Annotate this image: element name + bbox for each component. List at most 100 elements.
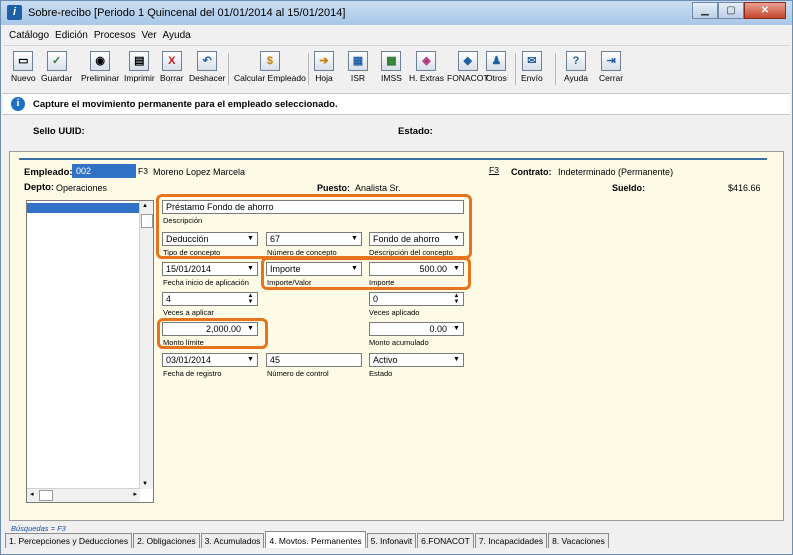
fecha-registro-caption: Fecha de registro [163, 369, 222, 378]
maximize-button[interactable]: ▢ [718, 2, 744, 19]
scroll-left-icon[interactable]: ◂ [30, 490, 34, 498]
ayuda-label: Ayuda [564, 73, 588, 83]
info-icon: i [11, 97, 25, 111]
numero-control-caption: Número de control [267, 369, 329, 378]
fecha-registro-input[interactable]: 03/01/2014 ▼ [162, 353, 258, 367]
imss-button[interactable]: ▩ IMSS [381, 51, 402, 83]
spinner-arrows-icon[interactable]: ▲ ▼ [245, 293, 256, 305]
overtime-icon: ◈ [416, 51, 437, 71]
hoja-button[interactable]: ➔ Hoja [314, 51, 334, 83]
scroll-down-icon[interactable]: ▼ [142, 481, 148, 487]
monto-acumulado-input[interactable]: 0.00 ▼ [369, 322, 464, 336]
toolbar: ▭ Nuevo ✓ Guardar ◉ Preliminar ▤ Imprimir XB… [3, 47, 790, 91]
hscroll-thumb[interactable] [39, 490, 53, 501]
menu-procesos[interactable]: Procesos [94, 30, 136, 41]
minimize-icon: ▁ [701, 5, 709, 16]
nuevo-button[interactable]: ▭ Nuevo [11, 51, 36, 83]
horizontal-scrollbar[interactable]: ◂ ▸ [27, 488, 140, 502]
employee-number-input[interactable]: 002 [72, 164, 136, 178]
isr-button[interactable]: ▦ ISR [348, 51, 368, 83]
tab-acumulados[interactable]: 3. Acumulados [200, 533, 265, 548]
others-icon: ♟ [486, 51, 507, 71]
ayuda-button[interactable]: ? Ayuda [564, 51, 588, 83]
otros-button[interactable]: ♟ Otros [486, 51, 507, 83]
h-extras-label: H. Extras [409, 73, 444, 83]
list-item-selected[interactable] [27, 203, 139, 213]
vertical-scrollbar[interactable]: ▲ ▼ [139, 201, 153, 489]
monto-acumulado-caption: Monto acumulado [369, 338, 429, 347]
busquedas-hint: Búsquedas = F3 [11, 524, 66, 533]
fecha-registro-value: 03/01/2014 [166, 355, 212, 365]
sueldo-value: $416.66 [728, 183, 761, 193]
puesto-value: Analista Sr. [355, 183, 401, 193]
main-window: i Sobre-recibo [Periodo 1 Quincenal del … [0, 0, 793, 555]
veces-aplicado-caption: Veces aplicado [369, 308, 420, 317]
spinner-arrows-icon[interactable]: ▲ ▼ [451, 293, 462, 305]
scroll-right-icon[interactable]: ▸ [133, 490, 137, 498]
toolbar-separator [555, 53, 556, 85]
menu-edicion[interactable]: Edición [55, 30, 88, 41]
contrato-value: Indeterminado (Permanente) [558, 167, 674, 177]
nuevo-label: Nuevo [11, 73, 36, 83]
preview-icon: ◉ [90, 51, 111, 71]
envio-label: Envío [521, 73, 543, 83]
deshacer-button[interactable]: ↶ Deshacer [189, 51, 225, 83]
veces-aplicar-spinner[interactable]: 4 ▲ ▼ [162, 292, 258, 306]
tab-infonavit[interactable]: 5. Infonavit [366, 533, 417, 548]
menu-ayuda[interactable]: Ayuda [163, 30, 191, 41]
menu-ver[interactable]: Ver [142, 30, 157, 41]
calcular-empleado-button[interactable]: $ Calcular Empleado [234, 51, 306, 83]
preliminar-label: Preliminar [81, 73, 120, 83]
hoja-label: Hoja [315, 73, 333, 83]
tab-bar: 1. Percepciones y Deducciones 2. Obligac… [5, 531, 610, 549]
uuid-bar: Sello UUID: Estado: [3, 119, 790, 143]
close-window-button[interactable]: ✕ [744, 2, 786, 19]
highlight-concept-group [156, 194, 472, 259]
guardar-label: Guardar [41, 73, 73, 83]
tab-movtos-permanentes[interactable]: 4. Movtos. Permanentes [265, 531, 366, 548]
info-message: Capture el movimiento permanente para el… [33, 99, 338, 110]
veces-aplicado-spinner[interactable]: 0 ▲ ▼ [369, 292, 464, 306]
fecha-inicio-input[interactable]: 15/01/2014 ▼ [162, 262, 258, 276]
envio-button[interactable]: ✉ Envío [521, 51, 543, 83]
tab-incapacidades[interactable]: 7. Incapacidades [474, 533, 548, 548]
borrar-button[interactable]: X Borrar [160, 51, 184, 83]
tab-fonacot[interactable]: 6.FONACOT [417, 533, 474, 548]
veces-aplicar-caption: Veces a aplicar [163, 308, 214, 317]
panel-divider [19, 158, 767, 160]
undo-icon: ↶ [197, 51, 218, 71]
guardar-button[interactable]: ✓ Guardar [41, 51, 72, 83]
depto-value: Operaciones [56, 183, 108, 193]
close-icon: ✕ [760, 5, 770, 16]
cerrar-button[interactable]: ⇥ Cerrar [599, 51, 623, 83]
tab-vacaciones[interactable]: 8. Vacaciones [548, 533, 609, 548]
contrato-f3-hint[interactable]: F3 [489, 165, 499, 175]
calendar-dropdown-icon[interactable]: ▼ [245, 355, 256, 365]
scroll-thumb[interactable] [141, 214, 153, 228]
calendar-dropdown-icon[interactable]: ▼ [245, 264, 256, 274]
info-bar: i Capture el movimiento permanente para … [3, 93, 790, 115]
scroll-up-icon[interactable]: ▲ [142, 203, 148, 209]
monto-acumulado-value: 0.00 [429, 324, 447, 334]
movements-list[interactable]: ▲ ▼ ◂ ▸ [26, 200, 154, 503]
otros-label: Otros [486, 73, 507, 83]
estado-select[interactable]: Activo ▼ [369, 353, 464, 367]
estado-caption: Estado [369, 369, 393, 378]
tab-percepciones[interactable]: 1. Percepciones y Deducciones [5, 533, 133, 548]
menu-catalogo[interactable]: Catálogo [9, 30, 49, 41]
employee-f3-hint[interactable]: F3 [138, 166, 148, 176]
tab-obligaciones[interactable]: 2. Obligaciones [133, 533, 200, 548]
numero-control-input[interactable]: 45 [266, 353, 362, 367]
form-panel: Empleado: 002 F3 Moreno Lopez Marcela F3… [9, 151, 784, 521]
fonacot-button[interactable]: ◆ FONACOT [447, 51, 489, 83]
puesto-label: Puesto: [317, 183, 351, 193]
preliminar-button[interactable]: ◉ Preliminar [81, 51, 119, 83]
veces-aplicado-value: 0 [373, 294, 379, 304]
app-info-icon: i [7, 5, 22, 20]
depto-label: Depto: [24, 182, 55, 193]
minimize-button[interactable]: ▁ [692, 2, 718, 19]
printer-icon: ▤ [129, 51, 150, 71]
h-extras-button[interactable]: ◈ H. Extras [409, 51, 444, 83]
deshacer-label: Deshacer [189, 73, 226, 83]
imprimir-button[interactable]: ▤ Imprimir [124, 51, 155, 83]
